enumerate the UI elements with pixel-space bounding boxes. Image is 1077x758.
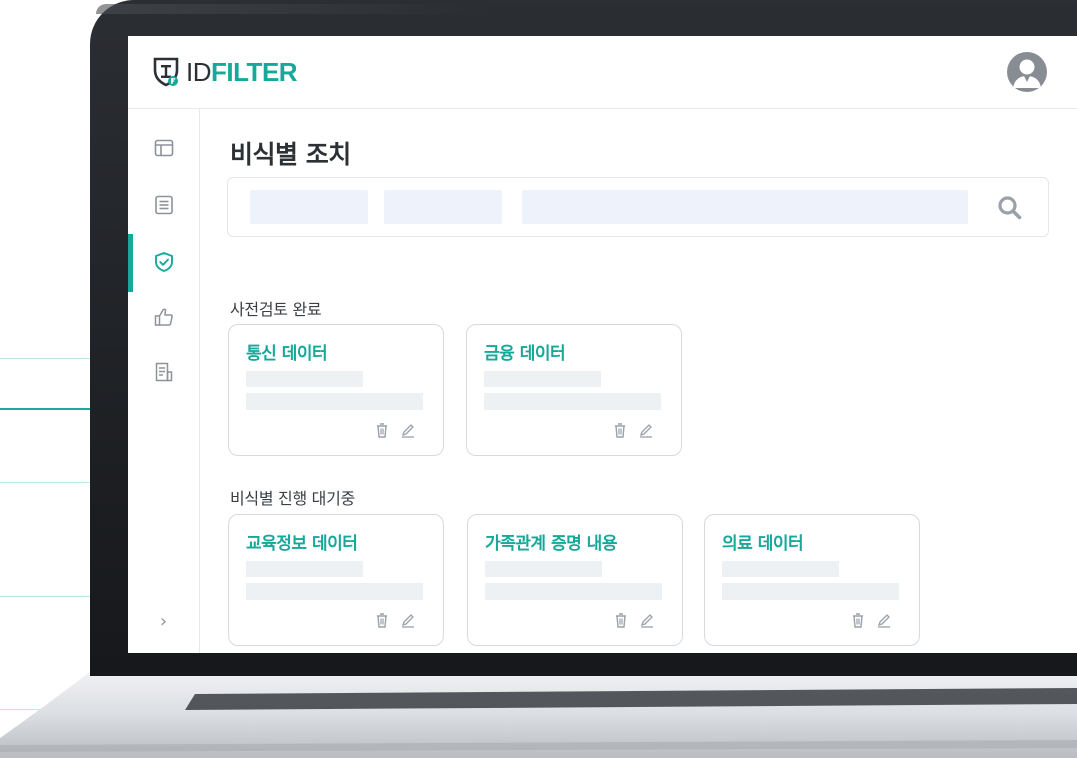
card-title: 금융 데이터 xyxy=(484,344,566,364)
data-card[interactable]: 의료 데이터 xyxy=(704,514,920,646)
search-filter-2[interactable] xyxy=(384,190,502,224)
data-card[interactable]: 가족관계 증명 내용 xyxy=(467,514,683,646)
search-filter-1[interactable] xyxy=(250,190,368,224)
sidebar: › xyxy=(128,109,200,653)
decor-line xyxy=(0,596,90,597)
card-actions xyxy=(612,611,656,629)
card-placeholder-line xyxy=(246,583,423,600)
card-actions xyxy=(611,421,655,439)
decor-line xyxy=(0,482,90,483)
app-screen: ID FILTER › 비식별 조치 사전검토 완료 통신 데이터 금융 데이터… xyxy=(128,36,1077,653)
sidebar-item-dashboard[interactable] xyxy=(128,128,199,168)
user-icon xyxy=(1013,59,1041,88)
edit-icon[interactable] xyxy=(637,421,655,439)
card-placeholder-line xyxy=(485,583,662,600)
user-avatar[interactable] xyxy=(1007,52,1047,92)
trash-icon[interactable] xyxy=(373,611,391,629)
trash-icon[interactable] xyxy=(612,611,630,629)
card-placeholder-line xyxy=(246,561,363,577)
section-title-pending: 비식별 진행 대기중 xyxy=(230,489,355,508)
section-title-reviewed: 사전검토 완료 xyxy=(230,300,322,319)
card-actions xyxy=(849,611,893,629)
card-placeholder-line xyxy=(484,371,601,387)
sidebar-item-list[interactable] xyxy=(128,185,199,225)
thumbs-up-icon xyxy=(154,308,173,326)
card-placeholder-line xyxy=(246,371,363,387)
sidebar-expand-chevron-icon[interactable]: › xyxy=(128,606,199,636)
decor-line-accent xyxy=(0,408,90,410)
shield-logo-icon xyxy=(153,57,179,87)
report-icon xyxy=(155,362,172,382)
data-card[interactable]: 금융 데이터 xyxy=(466,324,682,456)
card-title: 교육정보 데이터 xyxy=(246,534,358,554)
trash-icon[interactable] xyxy=(849,611,867,629)
laptop-bezel-highlight xyxy=(96,4,1077,14)
card-title: 통신 데이터 xyxy=(246,344,328,364)
data-card[interactable]: 통신 데이터 xyxy=(228,324,444,456)
card-actions xyxy=(373,421,417,439)
page-title: 비식별 조치 xyxy=(230,140,351,169)
edit-icon[interactable] xyxy=(399,421,417,439)
trash-icon[interactable] xyxy=(373,421,391,439)
card-placeholder-line xyxy=(722,561,839,577)
edit-icon[interactable] xyxy=(399,611,417,629)
card-placeholder-line xyxy=(484,393,661,410)
logo-text-id: ID xyxy=(186,56,212,87)
list-icon xyxy=(154,195,173,215)
card-actions xyxy=(373,611,417,629)
trash-icon[interactable] xyxy=(611,421,629,439)
decor-line xyxy=(0,358,90,359)
sidebar-item-deidentification[interactable] xyxy=(128,234,199,292)
edit-icon[interactable] xyxy=(638,611,656,629)
sidebar-item-report[interactable] xyxy=(128,352,199,392)
sidebar-item-review[interactable] xyxy=(128,297,199,337)
data-card[interactable]: 교육정보 데이터 xyxy=(228,514,444,646)
card-placeholder-line xyxy=(722,583,899,600)
card-placeholder-line xyxy=(246,393,423,410)
card-title: 가족관계 증명 내용 xyxy=(485,534,617,554)
search-input[interactable] xyxy=(522,190,968,224)
app-logo[interactable]: ID FILTER xyxy=(152,52,298,92)
search-icon[interactable] xyxy=(996,194,1024,222)
edit-icon[interactable] xyxy=(875,611,893,629)
top-bar: ID FILTER xyxy=(128,36,1077,109)
search-bar xyxy=(227,177,1049,237)
card-placeholder-line xyxy=(485,561,602,577)
card-title: 의료 데이터 xyxy=(722,534,804,554)
main-content: 비식별 조치 사전검토 완료 통신 데이터 금융 데이터 비식별 진행 대기중 … xyxy=(200,109,1077,653)
logo-text-filter: FILTER xyxy=(211,56,298,87)
shield-check-icon xyxy=(154,251,173,273)
layout-icon xyxy=(154,139,173,157)
